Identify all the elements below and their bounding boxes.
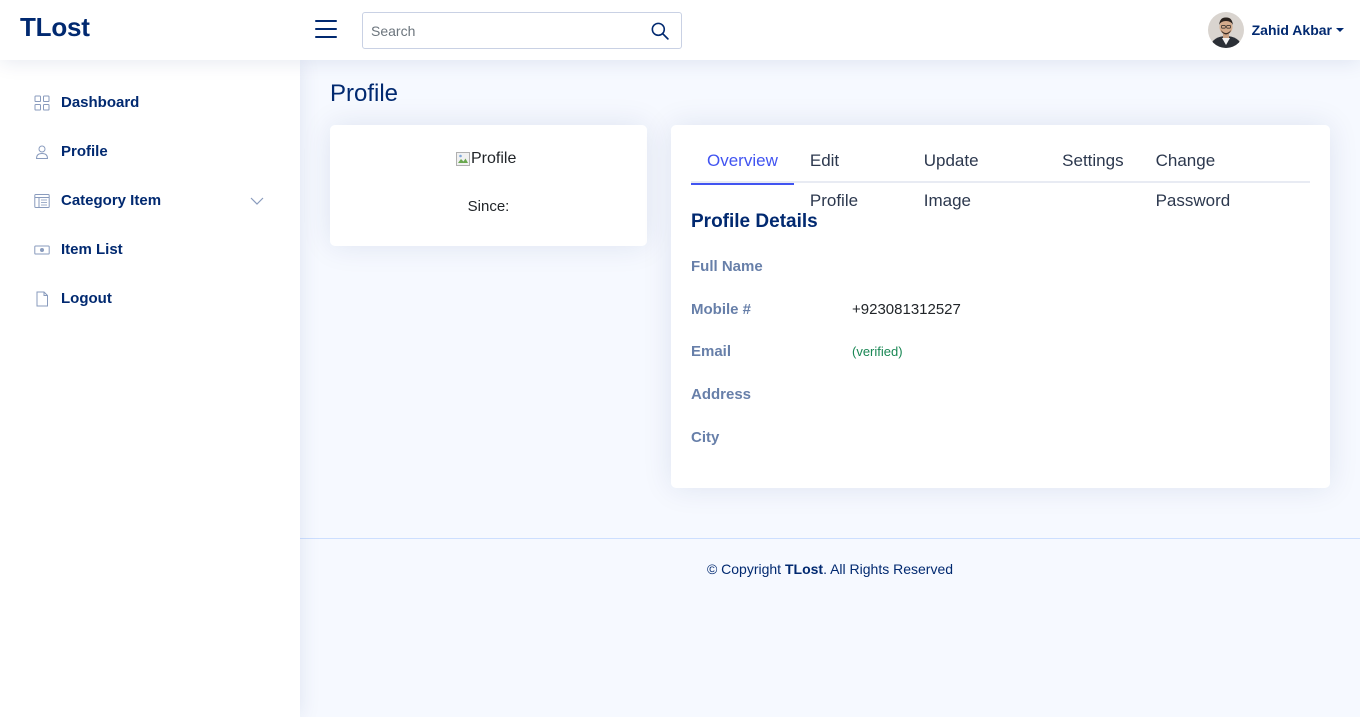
profile-image: Profile <box>456 150 516 168</box>
chevron-down-icon[interactable] <box>250 194 264 208</box>
search-bar <box>362 12 682 49</box>
sidebar-item-label: Profile <box>61 143 108 160</box>
copyright-prefix: © Copyright <box>706 561 785 577</box>
detail-row-city: City <box>691 425 1291 449</box>
tab-settings[interactable]: Settings <box>1046 141 1139 183</box>
tab-edit-profile[interactable]: Edit Profile <box>794 141 908 210</box>
detail-row-email: Email (verified) <box>691 339 1291 363</box>
main-content: Profile Profile Since: Overview Edit Pro… <box>300 60 1360 717</box>
top-header: TLost Zahid Akbar <box>0 0 1360 60</box>
verified-badge: (verified) <box>852 343 903 359</box>
tab-update-image[interactable]: Update Image <box>908 141 1046 210</box>
tab-overview[interactable]: Overview <box>691 141 794 185</box>
page-title: Profile <box>330 80 399 107</box>
tab-change-password[interactable]: Change Password <box>1140 141 1310 210</box>
chevron-down-icon <box>1336 28 1344 32</box>
app-logo[interactable]: TLost <box>20 12 90 43</box>
sidebar-item-label: Category Item <box>61 192 162 209</box>
sidebar-item-item-list[interactable]: Item List <box>0 225 300 274</box>
detail-row-mobile: Mobile # +923081312527 <box>691 297 1291 321</box>
layout-text-icon <box>34 193 50 208</box>
profile-card: Profile Since: <box>330 125 647 246</box>
sidebar-item-label: Logout <box>61 290 112 307</box>
sidebar-item-profile[interactable]: Profile <box>0 127 300 176</box>
search-input[interactable] <box>363 13 633 48</box>
detail-label: City <box>691 428 720 446</box>
profile-image-alt: Profile <box>471 150 517 167</box>
detail-row-full-name: Full Name <box>691 254 1291 278</box>
sidebar-toggle-icon[interactable] <box>315 20 337 38</box>
user-menu[interactable]: Zahid Akbar <box>1207 12 1344 48</box>
sidebar-item-label: Item List <box>61 241 123 258</box>
detail-value: +923081312527 <box>852 300 961 318</box>
sidebar: Dashboard Profile Category Item Item Lis… <box>0 60 300 717</box>
detail-label: Email <box>691 342 732 360</box>
search-icon[interactable] <box>651 22 669 40</box>
sidebar-item-dashboard[interactable]: Dashboard <box>0 78 300 127</box>
person-icon <box>35 145 49 159</box>
profile-tabs: Overview Edit Profile Update Image Setti… <box>691 141 1310 210</box>
detail-label: Full Name <box>691 257 763 275</box>
sidebar-item-label: Dashboard <box>61 94 140 111</box>
sidebar-item-category-item[interactable]: Category Item <box>0 176 300 225</box>
member-since: Since: <box>467 198 510 215</box>
copyright-brand: TLost <box>784 561 824 577</box>
cash-icon <box>34 245 50 254</box>
copyright-text: © Copyright TLost. All Rights Reserved <box>300 561 1360 577</box>
footer: © Copyright TLost. All Rights Reserved <box>300 538 1360 598</box>
user-name: Zahid Akbar <box>1251 22 1332 38</box>
sidebar-item-logout[interactable]: Logout <box>0 274 300 323</box>
profile-details-card: Overview Edit Profile Update Image Setti… <box>671 125 1330 488</box>
file-icon <box>36 291 48 306</box>
broken-image-icon <box>456 152 470 166</box>
copyright-suffix: . All Rights Reserved <box>823 561 954 577</box>
detail-row-address: Address <box>691 382 1291 406</box>
avatar <box>1207 12 1244 48</box>
detail-label: Address <box>691 385 752 403</box>
section-title: Profile Details <box>691 211 818 232</box>
detail-label: Mobile # <box>691 300 752 318</box>
grid-icon <box>34 95 50 110</box>
